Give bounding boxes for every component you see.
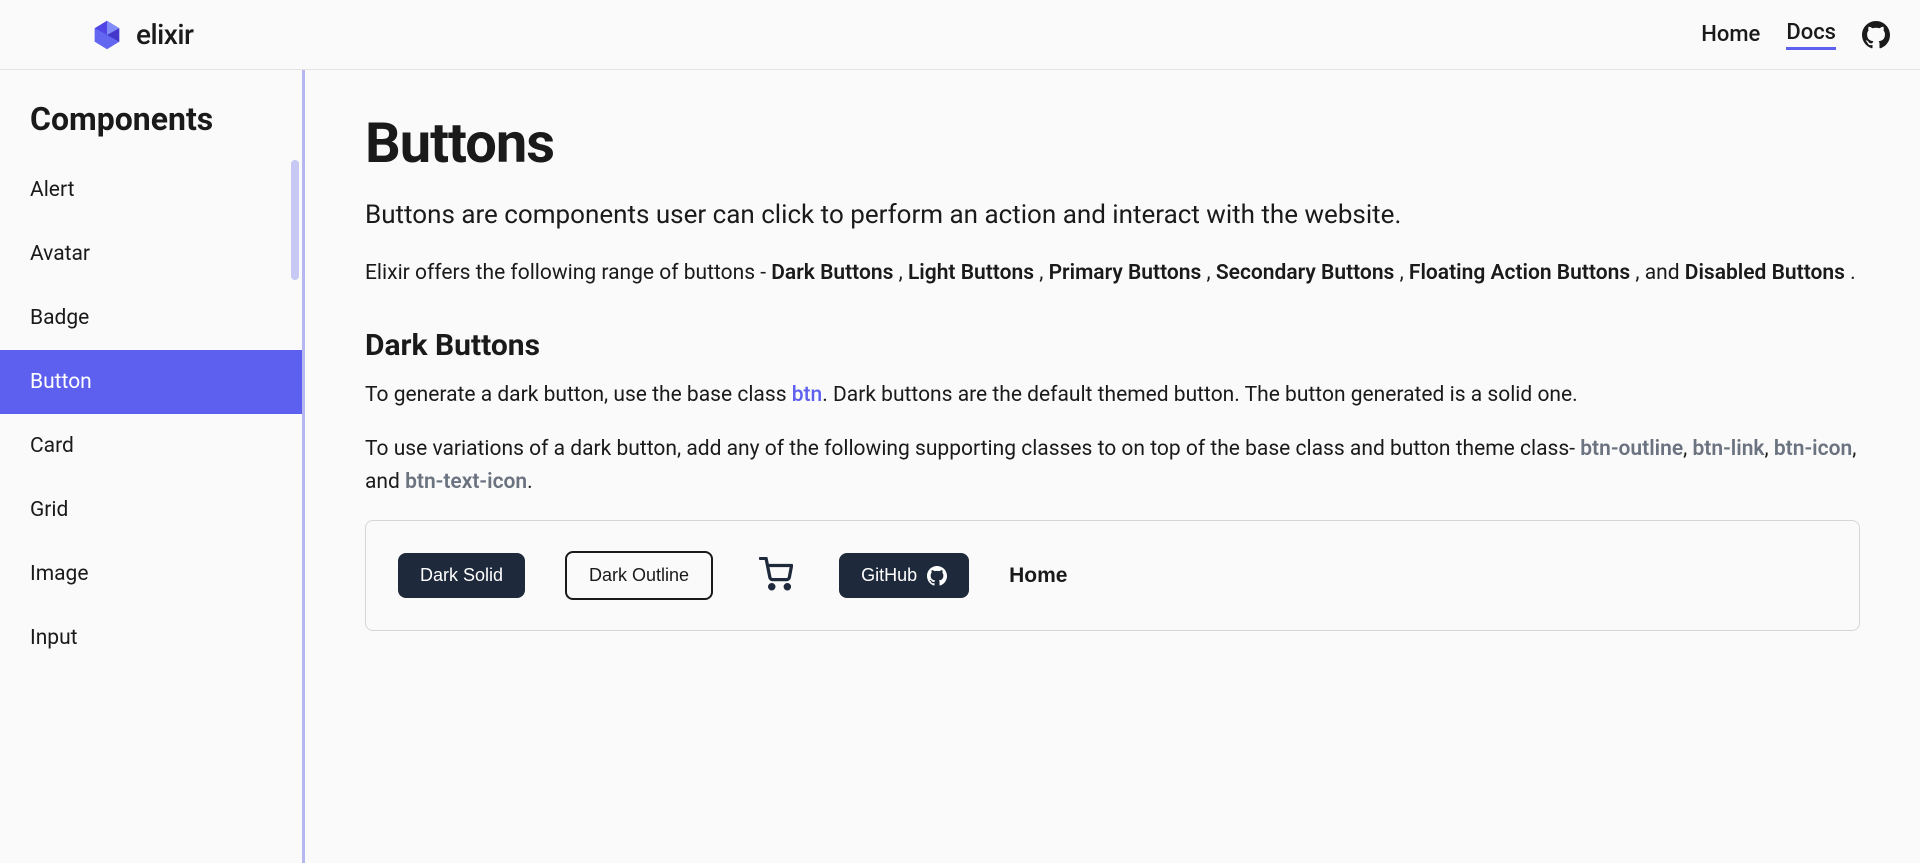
sidebar-item-grid[interactable]: Grid xyxy=(0,478,302,542)
dark-demo-box: Dark Solid Dark Outline GitHub Home xyxy=(365,520,1860,631)
variation-class: btn-outline xyxy=(1580,437,1683,461)
main-content: Buttons Buttons are components user can … xyxy=(305,70,1920,863)
dark-text-icon-button[interactable]: GitHub xyxy=(839,553,969,598)
dark-p2: To use variations of a dark button, add … xyxy=(365,433,1860,498)
sidebar-item-badge[interactable]: Badge xyxy=(0,286,302,350)
logo-text: elixir xyxy=(136,18,193,51)
dark-icon-button[interactable] xyxy=(753,551,799,600)
sidebar-item-input[interactable]: Input xyxy=(0,606,302,670)
page-title: Buttons xyxy=(365,110,1860,176)
variation-class: btn-icon xyxy=(1774,437,1852,461)
dark-p1: To generate a dark button, use the base … xyxy=(365,379,1860,412)
sidebar-item-card[interactable]: Card xyxy=(0,414,302,478)
sidebar-item-alert[interactable]: Alert xyxy=(0,158,302,222)
dark-solid-button[interactable]: Dark Solid xyxy=(398,553,525,598)
cart-icon xyxy=(759,557,793,591)
sidebar-title: Components xyxy=(0,90,302,158)
dark-outline-button[interactable]: Dark Outline xyxy=(565,551,713,600)
button-types-line: Elixir offers the following range of but… xyxy=(365,256,1860,292)
github-icon xyxy=(927,566,947,586)
variation-class: btn-link xyxy=(1692,437,1764,461)
button-type: Secondary Buttons xyxy=(1216,261,1400,285)
nav-docs[interactable]: Docs xyxy=(1786,20,1836,50)
dark-link-button[interactable]: Home xyxy=(1009,564,1067,588)
sidebar-item-button[interactable]: Button xyxy=(0,350,302,414)
class-btn: btn xyxy=(792,383,823,407)
dark-buttons-title: Dark Buttons xyxy=(365,328,1860,363)
sidebar: Components AlertAvatarBadgeButtonCardGri… xyxy=(0,70,305,863)
button-type: Dark Buttons xyxy=(771,261,898,285)
button-type: Floating Action Buttons xyxy=(1409,261,1635,285)
sidebar-item-image[interactable]: Image xyxy=(0,542,302,606)
nav-home[interactable]: Home xyxy=(1701,22,1760,47)
logo-icon xyxy=(90,18,124,52)
logo[interactable]: elixir xyxy=(90,18,193,52)
layout: Components AlertAvatarBadgeButtonCardGri… xyxy=(0,70,1920,863)
scrollbar-thumb[interactable] xyxy=(291,160,299,280)
button-type: Primary Buttons xyxy=(1049,261,1207,285)
header: elixir Home Docs xyxy=(0,0,1920,70)
sidebar-item-avatar[interactable]: Avatar xyxy=(0,222,302,286)
button-type: Disabled Buttons xyxy=(1685,261,1850,285)
nav: Home Docs xyxy=(1701,20,1890,50)
variation-class: btn-text-icon xyxy=(405,470,527,494)
github-icon[interactable] xyxy=(1862,21,1890,49)
page-intro: Buttons are components user can click to… xyxy=(365,200,1860,230)
button-type: Light Buttons xyxy=(908,261,1039,285)
